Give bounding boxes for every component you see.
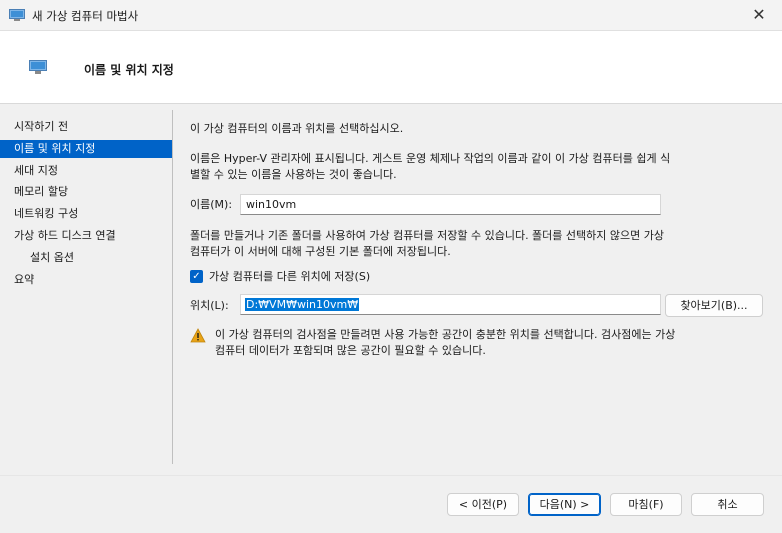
vm-icon — [29, 60, 47, 74]
location-value: D:₩VM₩win10vm₩ — [245, 298, 360, 311]
store-elsewhere-label[interactable]: 가상 컴퓨터를 다른 위치에 저장(S) — [209, 269, 370, 285]
location-input[interactable]: D:₩VM₩win10vm₩ — [240, 294, 661, 315]
next-button[interactable]: 다음(N) > — [528, 493, 601, 516]
browse-button[interactable]: 찾아보기(B)... — [665, 294, 763, 317]
nav-divider — [172, 110, 173, 464]
finish-button[interactable]: 마침(F) — [610, 493, 682, 516]
warning-text-line2: 컴퓨터 데이터가 포함되며 많은 공간이 필요할 수 있습니다. — [215, 344, 486, 357]
nav-item-virtual-hard-disk[interactable]: 가상 하드 디스크 연결 — [0, 227, 172, 245]
hyperv-vm-icon — [9, 9, 25, 21]
wizard-header: 이름 및 위치 지정 — [0, 31, 782, 104]
close-button[interactable]: ✕ — [736, 0, 782, 30]
name-label: 이름(M): — [190, 198, 233, 211]
nav-item-networking[interactable]: 네트워킹 구성 — [0, 205, 172, 223]
footer-divider — [0, 475, 782, 476]
nav-item-memory[interactable]: 메모리 할당 — [0, 183, 172, 201]
store-elsewhere-checkbox[interactable]: ✓ — [190, 270, 203, 283]
warning-text-line1: 이 가상 컴퓨터의 검사점을 만들려면 사용 가능한 공간이 충분한 위치를 선… — [215, 328, 676, 341]
nav-item-installation-options[interactable]: 설치 옵션 — [0, 249, 172, 267]
warning-icon — [190, 328, 206, 343]
nav-item-summary[interactable]: 요약 — [0, 271, 172, 289]
close-icon: ✕ — [752, 5, 766, 24]
name-input[interactable]: win10vm — [240, 194, 661, 215]
nav-item-before-you-begin[interactable]: 시작하기 전 — [0, 118, 172, 136]
folder-description-line1: 폴더를 만들거나 기존 폴더를 사용하여 가상 컴퓨터를 저장할 수 있습니다.… — [190, 229, 664, 242]
name-description-line1: 이름은 Hyper-V 관리자에 표시됩니다. 게스트 운영 체제나 작업의 이… — [190, 152, 671, 165]
page-title: 이름 및 위치 지정 — [84, 63, 174, 77]
title-bar: 새 가상 컴퓨터 마법사 ✕ — [0, 0, 782, 31]
location-label: 위치(L): — [190, 299, 229, 312]
intro-text: 이 가상 컴퓨터의 이름과 위치를 선택하십시오. — [190, 122, 404, 135]
nav-item-generation[interactable]: 세대 지정 — [0, 162, 172, 180]
cancel-button[interactable]: 취소 — [691, 493, 764, 516]
previous-button[interactable]: < 이전(P) — [447, 493, 519, 516]
folder-description-line2: 컴퓨터가 이 서버에 대해 구성된 기본 폴더에 저장됩니다. — [190, 245, 451, 258]
checkmark-icon: ✓ — [192, 271, 201, 282]
wizard-steps-nav: 시작하기 전 이름 및 위치 지정 세대 지정 메모리 할당 네트워킹 구성 가… — [0, 104, 172, 464]
name-description-line2: 별할 수 있는 이름을 사용하는 것이 좋습니다. — [190, 168, 397, 181]
nav-item-name-location[interactable]: 이름 및 위치 지정 — [0, 140, 172, 158]
window-title: 새 가상 컴퓨터 마법사 — [32, 9, 139, 23]
